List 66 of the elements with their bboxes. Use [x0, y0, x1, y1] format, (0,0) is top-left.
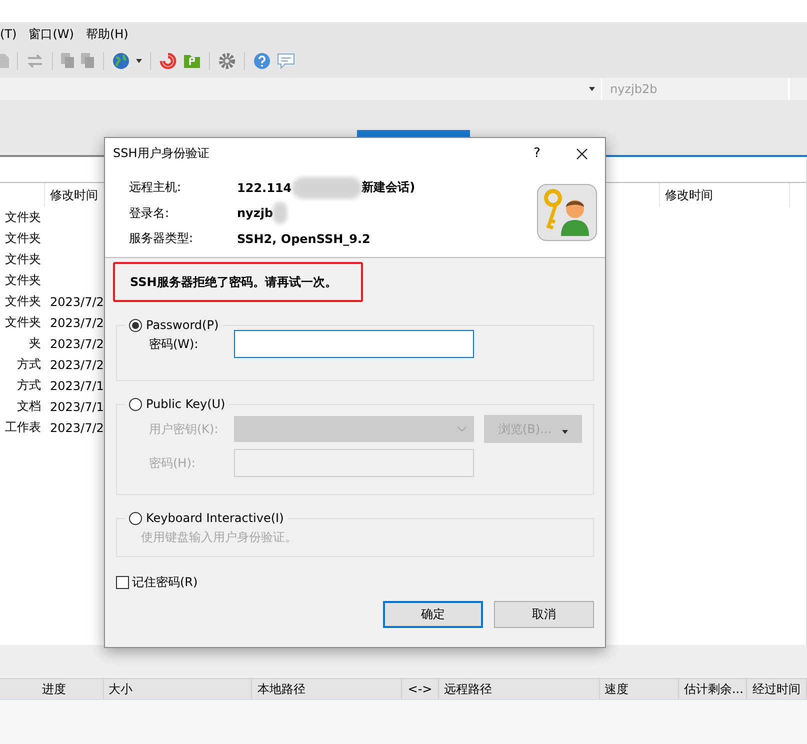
column-header[interactable]: 进度	[0, 679, 104, 699]
column-header[interactable]: 大小	[104, 679, 252, 699]
method-note: 使用键盘输入用户身份验证。	[141, 529, 297, 546]
table-cell-text: 方式	[16, 356, 42, 373]
checkbox[interactable]	[116, 576, 129, 589]
menu-item[interactable]: 帮助(H)	[86, 26, 128, 42]
column-header[interactable]: 远程路径	[438, 679, 600, 699]
column-header[interactable]: 速度	[600, 679, 679, 699]
swirl-icon[interactable]	[159, 53, 177, 69]
close-icon	[576, 148, 588, 160]
caret-icon[interactable]	[136, 59, 142, 63]
table-cell-text: 方式	[16, 377, 42, 394]
folder-icon[interactable]	[183, 53, 201, 69]
chat-bubble-icon[interactable]	[277, 53, 295, 69]
copy-icon[interactable]	[61, 53, 75, 69]
field-label: 用户密钥(K):	[148, 420, 220, 438]
column-header[interactable]: <->	[402, 679, 439, 699]
table-cell-text: 2023/7/2	[49, 294, 105, 310]
column-header[interactable]: 经过时间	[747, 679, 807, 699]
field-label: 密码(H):	[148, 454, 196, 472]
table-cell-text: 2023/7/2	[49, 336, 105, 352]
radio-label[interactable]: Password(P)	[146, 318, 219, 332]
column-header[interactable]: 修改时间	[660, 183, 790, 207]
info-value: 122.114	[237, 180, 292, 195]
settings-icon[interactable]	[218, 52, 236, 70]
dialog-button[interactable]: 确定	[383, 601, 483, 628]
dialog-button[interactable]: 取消	[494, 601, 594, 628]
checkbox-label[interactable]: 记住密码(R)	[132, 574, 198, 591]
error-message: SSH服务器拒绝了密码。请再试一次。	[130, 274, 337, 290]
table-cell-text: 文件夹	[4, 272, 42, 289]
info-value: SSH2, OpenSSH_9.2	[237, 232, 370, 246]
radio-button[interactable]	[129, 318, 142, 332]
table-cell-text: 工作表	[4, 419, 42, 436]
column-header[interactable]: 估计剩余...	[678, 679, 748, 699]
paste-icon[interactable]	[81, 53, 95, 69]
table-cell-text: 文件夹	[4, 314, 42, 331]
info-value: 新建会话)	[362, 179, 416, 196]
field-label: 密码(W):	[148, 336, 200, 352]
table-cell-text: 文件夹	[4, 209, 42, 226]
menu-item[interactable]: (T)	[0, 27, 17, 41]
window-title: SSH用户身份验证	[113, 145, 210, 162]
help-button[interactable]: ?	[515, 138, 559, 169]
table-cell-text: 2023/7/1	[49, 378, 105, 394]
info-label: 远程主机:	[129, 179, 182, 196]
info-value: nyzjb	[237, 206, 274, 220]
chevron-down-icon	[457, 426, 467, 432]
info-label: 服务器类型:	[129, 230, 194, 248]
table-cell-text: 文件夹	[4, 293, 42, 310]
key-user-icon	[537, 184, 597, 241]
table-cell-text: 文件夹	[4, 230, 42, 247]
table-cell-text: 2023/7/2	[49, 314, 105, 332]
caret-icon	[589, 87, 595, 91]
table-cell-text: 文件夹	[4, 251, 42, 268]
table-cell-text: 2023/7/2	[49, 420, 105, 436]
table-cell-text: 夹	[28, 335, 42, 352]
menu-item[interactable]: 窗口(W)	[28, 26, 74, 42]
table-cell-text: 2023/7/2	[49, 356, 105, 374]
password-field[interactable]	[234, 330, 474, 358]
globe-icon[interactable]	[112, 52, 130, 70]
table-cell-text: 文档	[16, 398, 42, 415]
column-header[interactable]: 本地路径	[252, 679, 402, 699]
transfer-arrows-icon[interactable]	[26, 54, 44, 68]
help-icon[interactable]	[253, 52, 271, 70]
caret-icon	[562, 430, 568, 434]
info-label: 登录名:	[129, 204, 170, 222]
table-cell-text: 2023/7/1	[49, 398, 105, 416]
